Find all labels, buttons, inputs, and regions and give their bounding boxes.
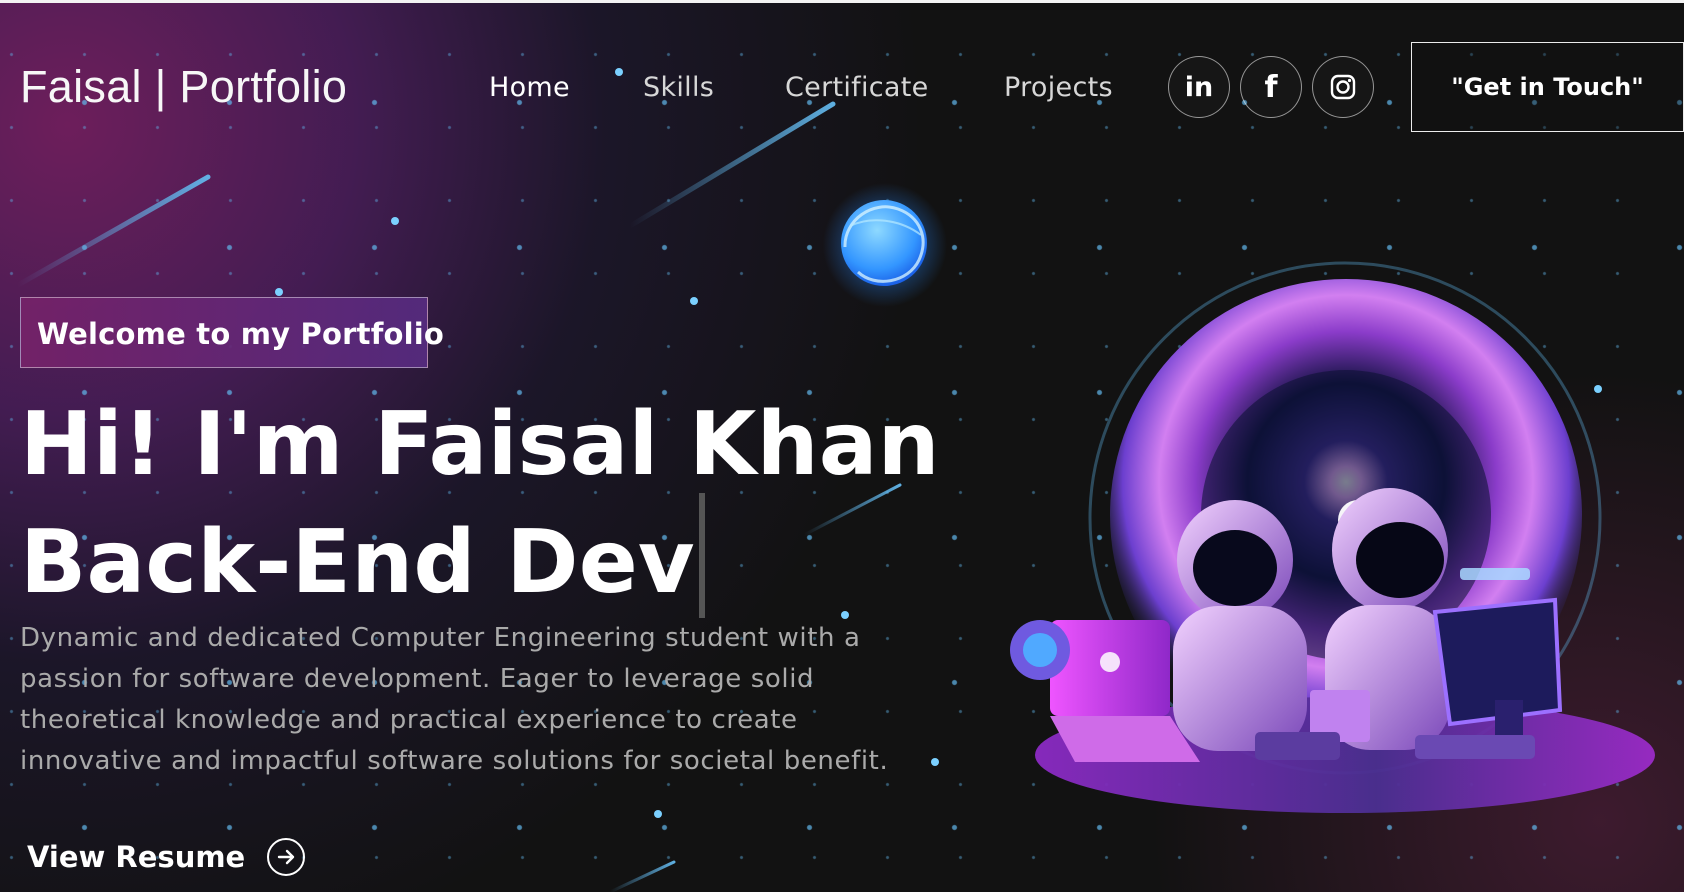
linkedin-button[interactable]: in [1168,56,1230,118]
facebook-icon: f [1264,69,1278,105]
hero-headline: Hi! I'm Faisal Khan Back-End Dev [20,395,940,618]
nav-projects[interactable]: Projects [1004,72,1113,103]
portfolio-homepage: Faisal | Portfolio Home Skills Certifica… [0,0,1684,892]
linkedin-icon: in [1184,71,1214,103]
typing-cursor [698,493,705,618]
get-in-touch-button[interactable]: "Get in Touch" [1411,42,1684,132]
main-navigation: Faisal | Portfolio Home Skills Certifica… [0,0,1684,180]
headline-line-1: Hi! I'm Faisal Khan [20,393,940,495]
welcome-badge: Welcome to my Portfolio [20,297,444,368]
facebook-button[interactable]: f [1240,56,1302,118]
brand-logo[interactable]: Faisal | Portfolio [20,61,347,113]
instagram-button[interactable] [1312,56,1374,118]
view-resume-label: View Resume [27,840,246,874]
view-resume-link[interactable]: View Resume [27,836,306,878]
instagram-icon [1330,74,1356,100]
arrow-right-circle-icon [267,838,306,876]
nav-skills[interactable]: Skills [643,72,714,103]
nav-home[interactable]: Home [489,72,570,103]
hero-description: Dynamic and dedicated Computer Engineeri… [20,623,889,776]
headline-line-2: Back-End Dev [20,511,695,613]
nav-certificate[interactable]: Certificate [785,72,929,103]
